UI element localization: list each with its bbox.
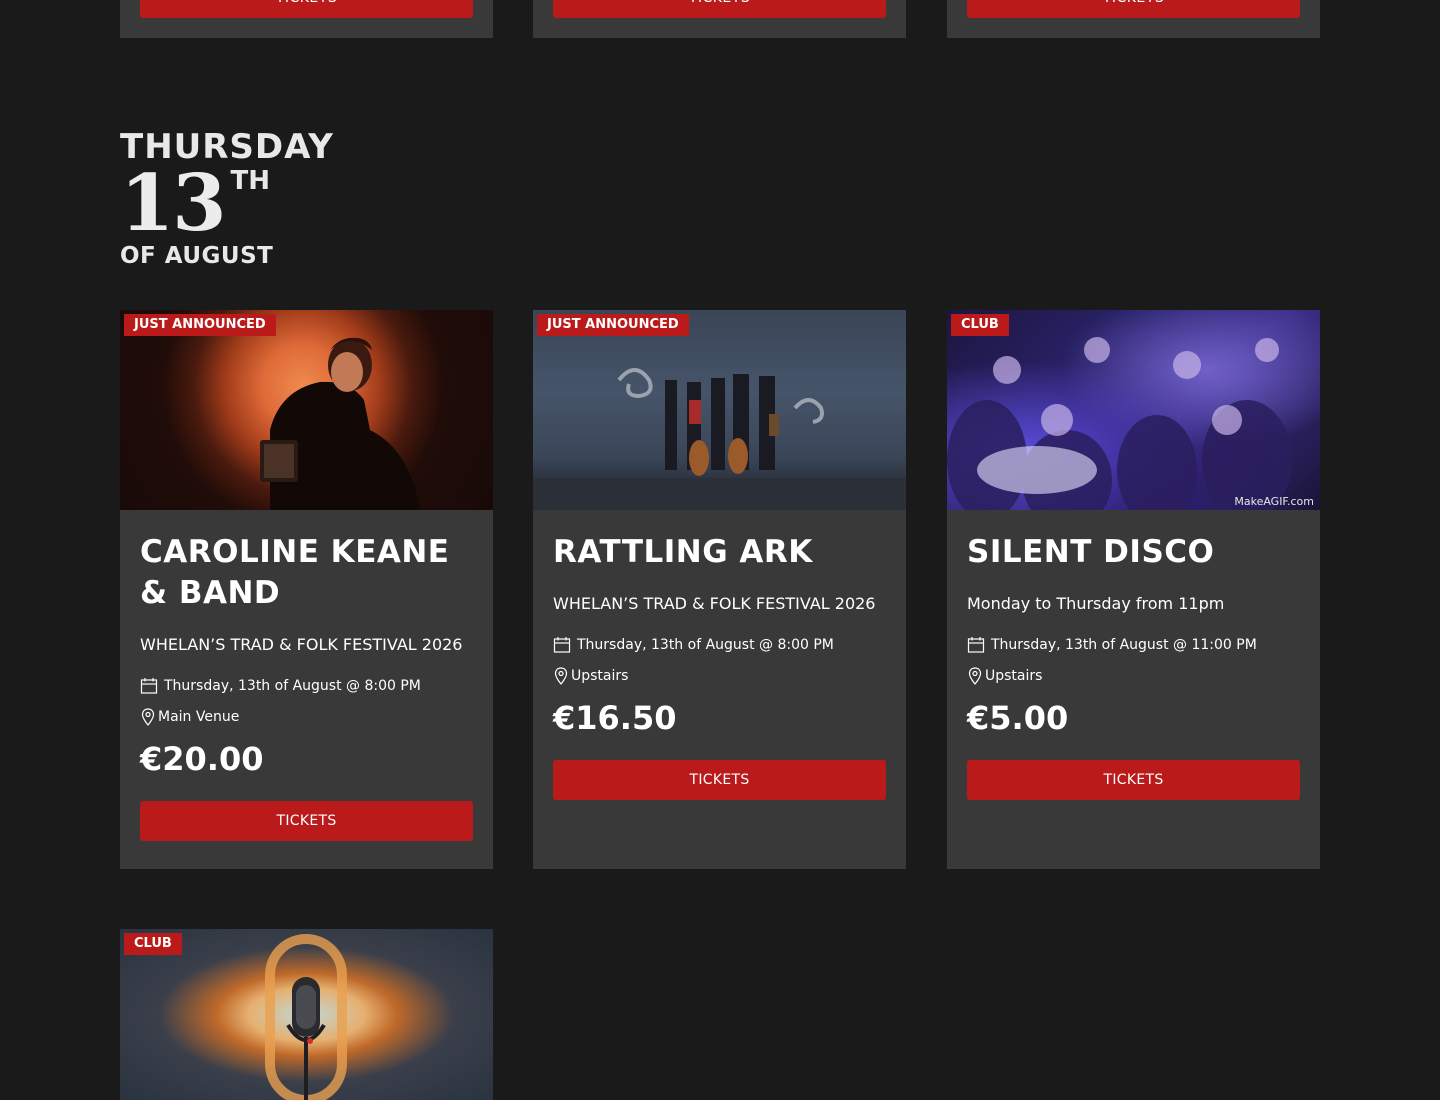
event-subtitle: Monday to Thursday from 11pm [967,594,1225,613]
event-title[interactable]: CAROLINE KEANE & BAND [140,532,473,614]
event-title[interactable]: RATTLING ARK [553,532,886,573]
event-price: €5.00 [967,699,1069,737]
map-pin-icon [554,667,568,685]
calendar-icon [553,637,571,653]
event-venue: Main Venue [140,707,473,727]
month-label: OF AUGUST [120,243,274,269]
event-category-badge: CLUB [951,314,1009,336]
event-venue-text: Main Venue [158,709,240,725]
event-photo: MakeAGIF.com [947,310,1320,510]
event-title[interactable]: SILENT DISCO [967,532,1300,573]
event-card: CLUB [120,929,493,1100]
event-card-body: SILENT DISCO Monday to Thursday from 11p… [947,510,1320,820]
calendar-icon [140,678,158,694]
day-suffix: TH [230,166,271,196]
tickets-button[interactable]: TICKETS [967,760,1300,800]
day-number-row: 13 TH [120,158,334,249]
event-card: JUST ANNOUNCED RATTLING ARK WHELAN’S TRA… [533,310,906,869]
tickets-button[interactable]: TICKETS [967,0,1300,18]
events-page: TICKETS TICKETS TICKETS THURSDAY 13 TH O… [0,0,1440,1100]
event-image[interactable]: JUST ANNOUNCED [120,310,493,510]
event-category-badge: JUST ANNOUNCED [537,314,689,336]
event-subtitle: WHELAN’S TRAD & FOLK FESTIVAL 2026 [553,594,876,613]
event-price: €16.50 [553,699,677,737]
event-venue-text: Upstairs [985,668,1043,684]
event-photo [533,310,906,510]
calendar-icon [967,637,985,653]
tickets-button[interactable]: TICKETS [553,0,886,18]
event-venue-text: Upstairs [571,668,629,684]
event-card: JUST ANNOUNCED CAROLINE KEANE & BAND WHE… [120,310,493,869]
day-number: 13 [120,158,227,249]
event-datetime: Thursday, 13th of August @ 8:00 PM [553,635,886,655]
event-image[interactable]: MakeAGIF.com CLUB [947,310,1320,510]
event-image[interactable]: JUST ANNOUNCED [533,310,906,510]
event-card: MakeAGIF.com CLUB SILENT DISCO Monday to… [947,310,1320,869]
event-photo [120,310,493,510]
event-price: €20.00 [140,740,264,778]
event-venue: Upstairs [967,666,1300,686]
event-venue: Upstairs [553,666,886,686]
event-image[interactable]: CLUB [120,929,493,1100]
event-category-badge: CLUB [124,933,182,955]
event-datetime: Thursday, 13th of August @ 8:00 PM [140,676,473,696]
event-datetime-text: Thursday, 13th of August @ 11:00 PM [991,637,1257,653]
previous-event-card: TICKETS [120,0,493,38]
event-card-body: RATTLING ARK WHELAN’S TRAD & FOLK FESTIV… [533,510,906,820]
tickets-button[interactable]: TICKETS [140,0,473,18]
event-category-badge: JUST ANNOUNCED [124,314,276,336]
event-card-body: CAROLINE KEANE & BAND WHELAN’S TRAD & FO… [120,510,493,861]
previous-event-card: TICKETS [947,0,1320,38]
event-datetime-text: Thursday, 13th of August @ 8:00 PM [164,678,421,694]
date-heading: THURSDAY 13 TH OF AUGUST [120,128,334,270]
map-pin-icon [968,667,982,685]
map-pin-icon [141,708,155,726]
event-subtitle: WHELAN’S TRAD & FOLK FESTIVAL 2026 [140,635,463,654]
tickets-button[interactable]: TICKETS [553,760,886,800]
image-watermark: MakeAGIF.com [1234,495,1314,508]
event-datetime: Thursday, 13th of August @ 11:00 PM [967,635,1300,655]
event-datetime-text: Thursday, 13th of August @ 8:00 PM [577,637,834,653]
previous-event-card: TICKETS [533,0,906,38]
tickets-button[interactable]: TICKETS [140,801,473,841]
